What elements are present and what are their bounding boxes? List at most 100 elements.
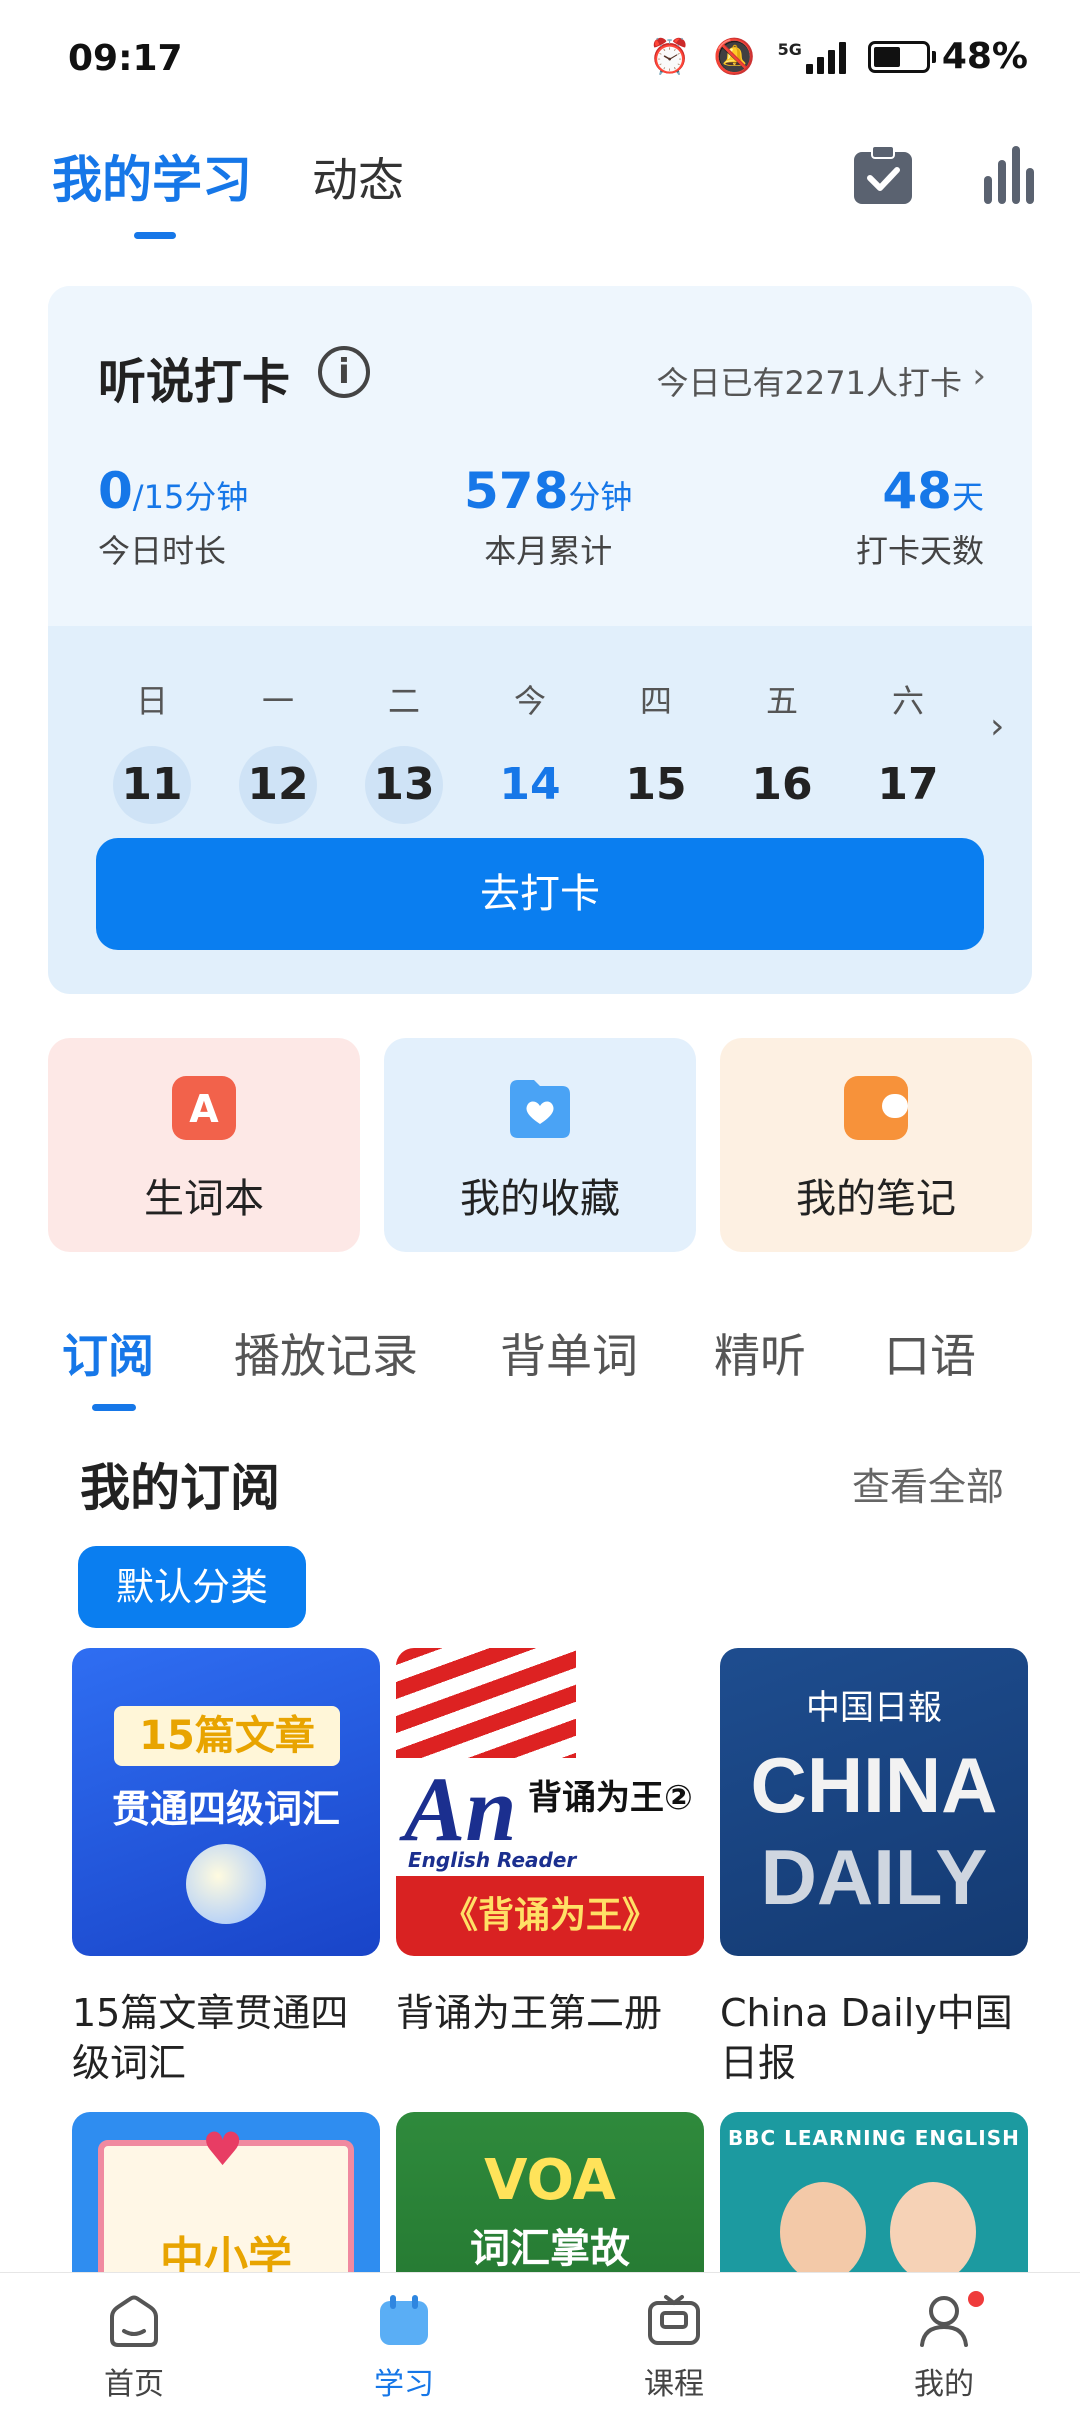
tab-my-study[interactable]: 我的学习 bbox=[52, 140, 252, 212]
cover-text: BBC LEARNING ENGLISH bbox=[728, 2126, 1020, 2150]
date-cell-checked[interactable]: 11 bbox=[113, 746, 191, 824]
course-cover: 15篇文章 贯通四级词汇 bbox=[72, 1648, 380, 1956]
tile-label: 我的笔记 bbox=[796, 1176, 956, 1222]
stat-label: 打卡天数 bbox=[855, 532, 984, 570]
cover-text: DAILY bbox=[760, 1833, 988, 1921]
date-cell-checked[interactable]: 13 bbox=[365, 746, 443, 824]
sub-tab-bar: 订阅 播放记录 背单词 精听 口语 bbox=[0, 1310, 1080, 1420]
weekday-label: 日 bbox=[135, 682, 168, 720]
cover-text: 中国日報 bbox=[806, 1688, 942, 1728]
checkin-count-link[interactable]: 今日已有2271人打卡 bbox=[657, 358, 962, 404]
tab-play-history[interactable]: 播放记录 bbox=[234, 1320, 418, 1386]
person-illustration bbox=[890, 2182, 976, 2282]
view-all-link[interactable]: 查看全部 bbox=[852, 1456, 1004, 1511]
stat-value: 578 bbox=[464, 462, 569, 520]
checkin-calendar-icon[interactable] bbox=[850, 142, 916, 208]
checkin-button[interactable]: 去打卡 bbox=[96, 838, 984, 950]
person-icon bbox=[920, 2296, 968, 2347]
stat-month-total: 578分钟 本月累计 bbox=[464, 462, 632, 572]
tile-vocabulary-book[interactable]: A 生词本 bbox=[48, 1038, 360, 1252]
cover-text: VOA bbox=[484, 2148, 616, 2213]
category-chip[interactable]: 默认分类 bbox=[78, 1546, 307, 1628]
stat-label: 今日时长 bbox=[98, 532, 227, 570]
weekday-label: 六 bbox=[891, 682, 924, 720]
cover-text: English Reader bbox=[408, 1848, 577, 1872]
nav-label: 学习 bbox=[374, 2367, 434, 2402]
heart-icon: ♥ bbox=[202, 2122, 244, 2176]
cover-text: 背诵为王② bbox=[528, 1778, 693, 1818]
date-cell-today[interactable]: 14 bbox=[491, 746, 569, 824]
tv-icon bbox=[648, 2295, 700, 2345]
header: 我的学习 动态 bbox=[0, 120, 1080, 240]
tab-subscriptions[interactable]: 订阅 bbox=[62, 1320, 154, 1386]
person-illustration bbox=[780, 2182, 866, 2282]
tab-speaking[interactable]: 口语 bbox=[884, 1320, 976, 1386]
stat-value: 48 bbox=[882, 462, 952, 520]
bell-muted-icon: 🔕 bbox=[713, 36, 756, 77]
stat-value: 0 bbox=[98, 462, 133, 520]
nav-label: 首页 bbox=[104, 2367, 164, 2402]
battery-indicator: 48% bbox=[867, 36, 1028, 77]
cover-text: 《背诵为王》 bbox=[396, 1876, 704, 1956]
active-tab-indicator bbox=[92, 1404, 136, 1411]
stat-unit: 分钟 bbox=[568, 478, 633, 516]
info-icon[interactable]: i bbox=[318, 346, 370, 398]
flag-stripes-decoration bbox=[396, 1648, 576, 1758]
weekday-label: 四 bbox=[639, 682, 672, 720]
stats-chart-icon[interactable] bbox=[980, 142, 1046, 208]
vocabulary-book-icon: A bbox=[172, 1076, 236, 1140]
course-card[interactable]: 中国日報 CHINA DAILY China Daily中国日报 bbox=[720, 1648, 1028, 2088]
tab-feed[interactable]: 动态 bbox=[312, 144, 404, 210]
weekday-label: 二 bbox=[387, 682, 420, 720]
study-calendar-icon bbox=[380, 2295, 428, 2345]
course-card[interactable]: An 背诵为王② English Reader 《背诵为王》 背诵为王第二册 bbox=[396, 1648, 704, 2038]
date-cell[interactable]: 17 bbox=[869, 746, 947, 824]
weekday-label: 今 bbox=[513, 682, 546, 720]
nav-study[interactable]: 学习 bbox=[324, 2291, 484, 2403]
notification-dot bbox=[968, 2291, 984, 2307]
nav-label: 我的 bbox=[914, 2367, 974, 2402]
stat-unit: /15分钟 bbox=[132, 478, 249, 516]
date-cell[interactable]: 16 bbox=[743, 746, 821, 824]
nav-home[interactable]: 首页 bbox=[54, 2291, 214, 2403]
nav-profile[interactable]: 我的 bbox=[864, 2291, 1024, 2403]
nav-label: 课程 bbox=[644, 2367, 704, 2402]
course-title: 15篇文章贯通四级词汇 bbox=[72, 1991, 349, 2085]
status-icons: ⏰ 🔕 5G 48% bbox=[649, 36, 1028, 77]
chevron-right-icon[interactable]: › bbox=[972, 356, 986, 396]
cover-text: 贯通四级词汇 bbox=[111, 1787, 340, 1831]
checkin-title: 听说打卡 bbox=[98, 354, 291, 410]
status-bar: 09:17 ⏰ 🔕 5G 48% bbox=[0, 0, 1080, 110]
cover-text: An bbox=[404, 1758, 517, 1860]
date-cell[interactable]: 15 bbox=[617, 746, 695, 824]
bottom-nav: 首页 学习 课程 我的 bbox=[0, 2272, 1080, 2412]
status-time: 09:17 bbox=[68, 38, 183, 79]
lightbulb-icon bbox=[186, 1844, 266, 1924]
date-cell-checked[interactable]: 12 bbox=[239, 746, 317, 824]
stat-unit: 天 bbox=[951, 478, 984, 516]
tile-label: 我的收藏 bbox=[460, 1176, 620, 1222]
weekday-label: 五 bbox=[765, 682, 798, 720]
stat-today-duration: 0/15分钟 今日时长 bbox=[98, 462, 248, 572]
battery-percent: 48% bbox=[941, 36, 1028, 77]
tile-notes[interactable]: 我的笔记 bbox=[720, 1038, 1032, 1252]
tile-label: 生词本 bbox=[144, 1176, 264, 1222]
course-card[interactable]: 15篇文章 贯通四级词汇 15篇文章贯通四级词汇 bbox=[72, 1648, 380, 2088]
next-week-chevron-icon[interactable]: › bbox=[990, 706, 1004, 747]
signal-icon: 5G bbox=[778, 40, 846, 74]
course-cover: An 背诵为王② English Reader 《背诵为王》 bbox=[396, 1648, 704, 1956]
weekday-label: 一 bbox=[261, 682, 294, 720]
tile-favorites[interactable]: 我的收藏 bbox=[384, 1038, 696, 1252]
svg-text:A: A bbox=[189, 1087, 219, 1131]
tab-intensive-listening[interactable]: 精听 bbox=[714, 1320, 806, 1386]
stat-label: 本月累计 bbox=[484, 532, 613, 570]
alarm-icon: ⏰ bbox=[648, 36, 692, 77]
nav-courses[interactable]: 课程 bbox=[594, 2291, 754, 2403]
heart-folder-icon bbox=[510, 1080, 570, 1138]
home-icon bbox=[110, 2295, 158, 2347]
cover-text: 15篇文章 bbox=[114, 1706, 340, 1766]
tab-memorize-words[interactable]: 背单词 bbox=[500, 1320, 638, 1386]
section-title: 我的订阅 bbox=[80, 1459, 280, 1517]
stat-checkin-days: 48天 打卡天数 bbox=[856, 462, 984, 572]
checkin-card: 听说打卡 i 今日已有2271人打卡 › 0/15分钟 今日时长 578分钟 本… bbox=[48, 286, 1032, 994]
